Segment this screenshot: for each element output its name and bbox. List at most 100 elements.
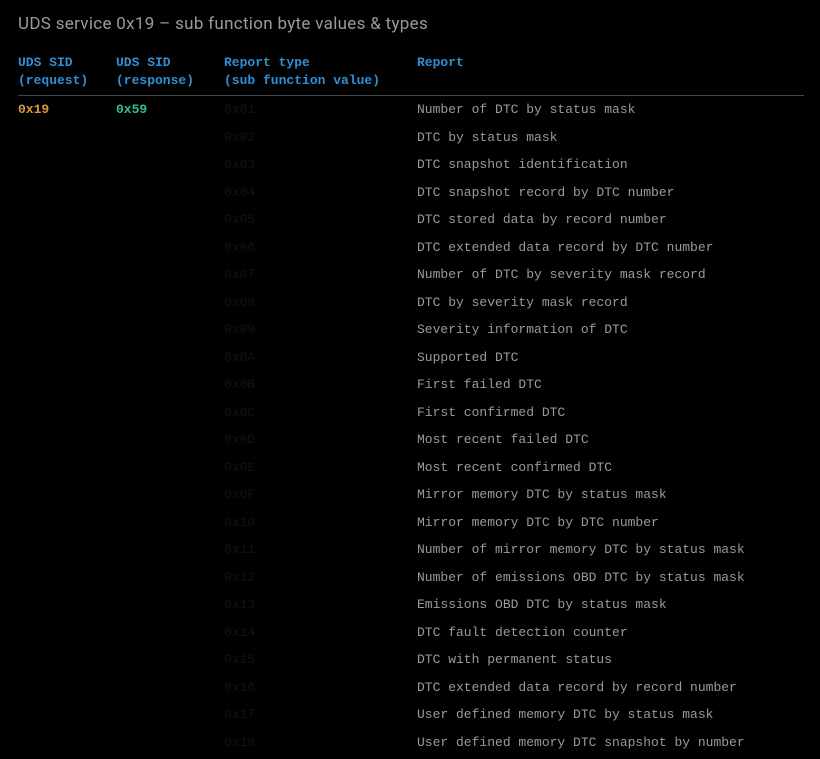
cell-sid-response	[116, 619, 224, 647]
cell-sid-response	[116, 674, 224, 702]
cell-subfunction-code: 0x0A	[224, 344, 417, 372]
cell-report-desc: Most recent confirmed DTC	[417, 454, 804, 482]
table-row: 0x03DTC snapshot identification	[18, 151, 804, 179]
cell-sid-response	[116, 564, 224, 592]
table-row: 0x04DTC snapshot record by DTC number	[18, 179, 804, 207]
cell-sid-request	[18, 206, 116, 234]
cell-sid-response	[116, 261, 224, 289]
header-sid-request-l1: UDS SID	[18, 55, 73, 70]
cell-report-desc: DTC extended data record by DTC number	[417, 234, 804, 262]
cell-sid-request	[18, 399, 116, 427]
cell-sid-request	[18, 646, 116, 674]
cell-sid-request	[18, 289, 116, 317]
header-sid-request-l2: (request)	[18, 73, 88, 88]
table-row: 0x19 0x590x01Number of DTC by status mask	[18, 96, 804, 124]
header-report-type-l1: Report type	[224, 55, 310, 70]
table-row: 0x17User defined memory DTC by status ma…	[18, 701, 804, 729]
cell-report-desc: Number of mirror memory DTC by status ma…	[417, 536, 804, 564]
cell-subfunction-code: 0x18	[224, 729, 417, 757]
cell-sid-request	[18, 564, 116, 592]
table-row: 0x14DTC fault detection counter	[18, 619, 804, 647]
cell-sid-response	[116, 536, 224, 564]
table-row: 0x06DTC extended data record by DTC numb…	[18, 234, 804, 262]
cell-report-desc: User defined memory DTC by status mask	[417, 701, 804, 729]
cell-subfunction-code: 0x17	[224, 701, 417, 729]
cell-report-desc: Most recent failed DTC	[417, 426, 804, 454]
cell-sid-response	[116, 426, 224, 454]
cell-subfunction-code: 0x0F	[224, 481, 417, 509]
cell-subfunction-code: 0x11	[224, 536, 417, 564]
cell-subfunction-code: 0x09	[224, 316, 417, 344]
cell-subfunction-code: 0x0D	[224, 426, 417, 454]
table-row: 0x11Number of mirror memory DTC by statu…	[18, 536, 804, 564]
cell-subfunction-code: 0x07	[224, 261, 417, 289]
page-title: UDS service 0x19 – sub function byte val…	[18, 14, 804, 34]
header-sid-request: UDS SID (request)	[18, 52, 116, 96]
cell-sid-response	[116, 591, 224, 619]
cell-subfunction-code: 0x10	[224, 509, 417, 537]
table-body: 0x19 0x590x01Number of DTC by status mask…	[18, 96, 804, 759]
cell-report-desc: DTC with permanent status	[417, 646, 804, 674]
cell-subfunction-code: 0x03	[224, 151, 417, 179]
cell-report-desc: Mirror memory DTC by status mask	[417, 481, 804, 509]
table-row: 0x10Mirror memory DTC by DTC number	[18, 509, 804, 537]
cell-report-desc: First confirmed DTC	[417, 399, 804, 427]
cell-sid-request	[18, 124, 116, 152]
table-row: 0x0FMirror memory DTC by status mask	[18, 481, 804, 509]
cell-sid-request	[18, 481, 116, 509]
cell-sid-request	[18, 179, 116, 207]
cell-sid-request: 0x19	[18, 96, 116, 124]
cell-report-desc: DTC by severity mask record	[417, 289, 804, 317]
cell-subfunction-code: 0x12	[224, 564, 417, 592]
cell-report-desc: DTC fault detection counter	[417, 619, 804, 647]
header-report: Report	[417, 52, 804, 96]
cell-report-desc: Number of DTC by status mask	[417, 96, 804, 124]
cell-subfunction-code: 0x04	[224, 179, 417, 207]
table-row: 0x0EMost recent confirmed DTC	[18, 454, 804, 482]
table-row: 0x08DTC by severity mask record	[18, 289, 804, 317]
cell-sid-response	[116, 371, 224, 399]
cell-sid-request	[18, 509, 116, 537]
cell-sid-response: 0x59	[116, 96, 224, 124]
cell-sid-response	[116, 701, 224, 729]
table-row: 0x18User defined memory DTC snapshot by …	[18, 729, 804, 757]
cell-sid-response	[116, 206, 224, 234]
cell-subfunction-code: 0x05	[224, 206, 417, 234]
cell-subfunction-code: 0x02	[224, 124, 417, 152]
cell-report-desc: Severity information of DTC	[417, 316, 804, 344]
table-row: 0x07Number of DTC by severity mask recor…	[18, 261, 804, 289]
table-row: 0x02DTC by status mask	[18, 124, 804, 152]
cell-sid-request	[18, 454, 116, 482]
sid-request-value: 0x19	[18, 102, 49, 117]
cell-subfunction-code: 0x01	[224, 96, 417, 124]
table-row: 0x0DMost recent failed DTC	[18, 426, 804, 454]
cell-report-desc: Mirror memory DTC by DTC number	[417, 509, 804, 537]
cell-subfunction-code: 0x13	[224, 591, 417, 619]
cell-sid-response	[116, 509, 224, 537]
cell-sid-response	[116, 481, 224, 509]
cell-sid-request	[18, 234, 116, 262]
header-report-type-l2: (sub function value)	[224, 73, 380, 88]
table-row: 0x13Emissions OBD DTC by status mask	[18, 591, 804, 619]
cell-sid-request	[18, 536, 116, 564]
cell-subfunction-code: 0x0B	[224, 371, 417, 399]
cell-report-desc: DTC snapshot identification	[417, 151, 804, 179]
cell-sid-request	[18, 316, 116, 344]
cell-report-desc: DTC stored data by record number	[417, 206, 804, 234]
table-row: 0x0CFirst confirmed DTC	[18, 399, 804, 427]
cell-report-desc: Number of DTC by severity mask record	[417, 261, 804, 289]
cell-sid-response	[116, 234, 224, 262]
cell-sid-response	[116, 289, 224, 317]
cell-sid-request	[18, 729, 116, 757]
cell-subfunction-code: 0x15	[224, 646, 417, 674]
table-row: 0x15DTC with permanent status	[18, 646, 804, 674]
cell-subfunction-code: 0x0E	[224, 454, 417, 482]
header-sid-response: UDS SID (response)	[116, 52, 224, 96]
header-sid-response-l1: UDS SID	[116, 55, 171, 70]
header-report-type: Report type (sub function value)	[224, 52, 417, 96]
cell-subfunction-code: 0x14	[224, 619, 417, 647]
cell-sid-request	[18, 701, 116, 729]
cell-report-desc: Number of emissions OBD DTC by status ma…	[417, 564, 804, 592]
cell-report-desc: Emissions OBD DTC by status mask	[417, 591, 804, 619]
cell-sid-request	[18, 344, 116, 372]
